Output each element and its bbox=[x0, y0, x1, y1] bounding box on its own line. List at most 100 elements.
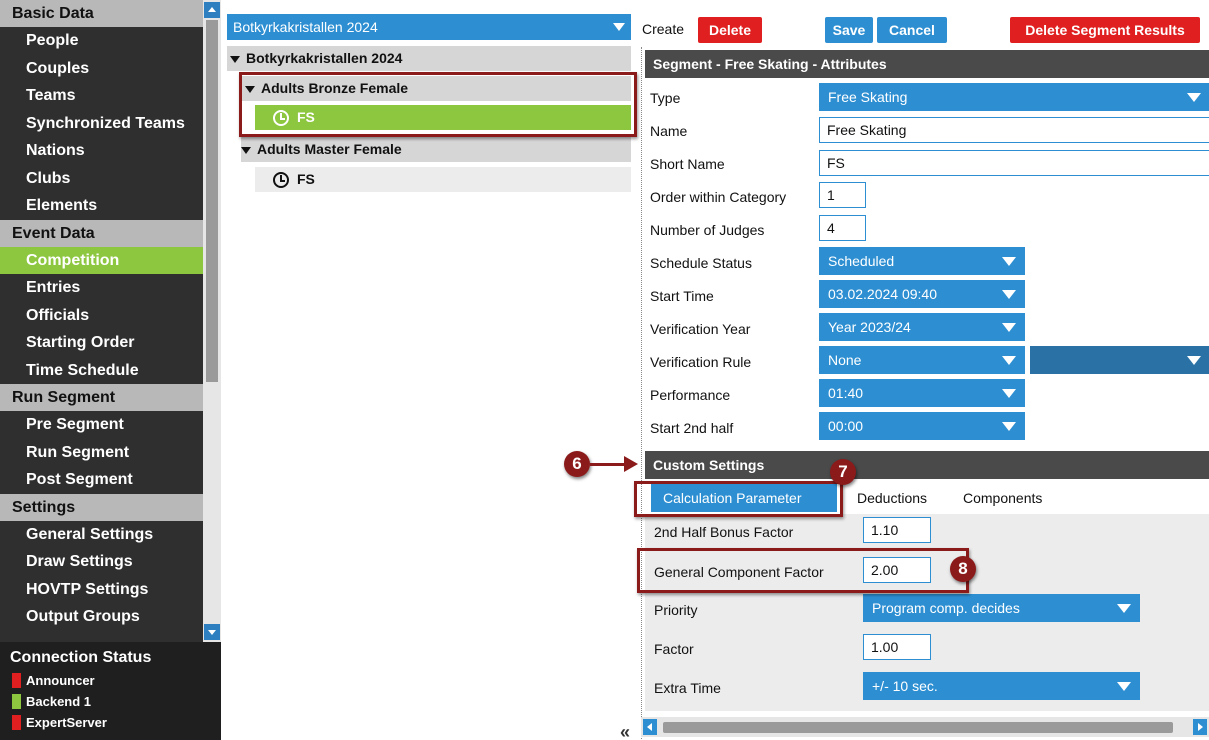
tree-node-competition[interactable]: Botkyrkakristallen 2024 bbox=[227, 46, 631, 71]
scroll-up-arrow-icon[interactable] bbox=[204, 2, 220, 18]
cancel-button[interactable]: Cancel bbox=[877, 17, 947, 43]
dropdown-caret-icon bbox=[1187, 93, 1201, 102]
judges-field[interactable]: 4 bbox=[819, 215, 866, 241]
nav-group-run-segment[interactable]: Run Segment bbox=[0, 384, 203, 411]
nav-item-officials[interactable]: Officials bbox=[0, 302, 203, 330]
nav-item-general-settings[interactable]: General Settings bbox=[0, 521, 203, 549]
delete-button[interactable]: Delete bbox=[698, 17, 762, 43]
connection-expertserver: ExpertServer bbox=[0, 712, 221, 733]
nav-item-time-schedule[interactable]: Time Schedule bbox=[0, 357, 203, 385]
extra-time-select[interactable]: +/- 10 sec. bbox=[863, 672, 1140, 700]
nav-item-synchronized-teams[interactable]: Synchronized Teams bbox=[0, 110, 203, 138]
order-field[interactable]: 1 bbox=[819, 182, 866, 208]
performance-select[interactable]: 01:40 bbox=[819, 379, 1025, 407]
nav-item-people[interactable]: People bbox=[0, 27, 203, 55]
factor-label: Factor bbox=[654, 641, 694, 657]
start-time-select[interactable]: 03.02.2024 09:40 bbox=[819, 280, 1025, 308]
nav-scrollbar-thumb[interactable] bbox=[206, 20, 218, 382]
nav-item-draw-settings[interactable]: Draw Settings bbox=[0, 548, 203, 576]
annotation-marker-8: 8 bbox=[950, 556, 976, 582]
schedule-status-label: Schedule Status bbox=[650, 255, 752, 271]
connection-label: ExpertServer bbox=[26, 715, 107, 730]
nav-item-elements[interactable]: Elements bbox=[0, 192, 203, 220]
priority-value: Program comp. decides bbox=[872, 600, 1020, 616]
priority-label: Priority bbox=[654, 602, 698, 618]
custom-settings-header: Custom Settings bbox=[645, 451, 1209, 479]
short-name-label: Short Name bbox=[650, 156, 725, 172]
toolbar: Create Delete Save Cancel Delete Segment… bbox=[637, 17, 1209, 45]
collapse-panel-icon[interactable]: « bbox=[620, 722, 630, 740]
annotation-marker-6: 6 bbox=[564, 451, 590, 477]
status-red-indicator-icon bbox=[12, 715, 21, 730]
name-field[interactable]: Free Skating bbox=[819, 117, 1209, 143]
status-red-indicator-icon bbox=[12, 673, 21, 688]
annotation-highlight-box bbox=[239, 72, 637, 137]
nav-item-teams[interactable]: Teams bbox=[0, 82, 203, 110]
nav-item-entries[interactable]: Entries bbox=[0, 274, 203, 302]
main-navigation: Basic Data People Couples Teams Synchron… bbox=[0, 0, 203, 642]
nav-group-settings[interactable]: Settings bbox=[0, 493, 203, 521]
nav-item-competition[interactable]: Competition bbox=[0, 246, 203, 274]
verification-year-select[interactable]: Year 2023/24 bbox=[819, 313, 1025, 341]
scroll-down-arrow-icon[interactable] bbox=[204, 624, 220, 640]
name-label: Name bbox=[650, 123, 688, 139]
annotation-highlight-box bbox=[637, 548, 969, 593]
scroll-right-arrow-icon[interactable] bbox=[1193, 719, 1207, 735]
nav-group-basic-data[interactable]: Basic Data bbox=[0, 0, 203, 27]
bonus-factor-label: 2nd Half Bonus Factor bbox=[654, 524, 794, 540]
bonus-factor-field[interactable]: 1.10 bbox=[863, 517, 931, 543]
nav-item-clubs[interactable]: Clubs bbox=[0, 165, 203, 193]
nav-item-run-segment[interactable]: Run Segment bbox=[0, 439, 203, 467]
nav-item-post-segment[interactable]: Post Segment bbox=[0, 466, 203, 494]
verification-rule-secondary-select[interactable] bbox=[1030, 346, 1209, 374]
expand-triangle-icon[interactable] bbox=[241, 146, 251, 154]
dropdown-caret-icon bbox=[1002, 323, 1016, 332]
tab-components[interactable]: Components bbox=[951, 484, 1054, 512]
segment-attributes-form: Segment - Free Skating - Attributes Type… bbox=[641, 47, 1209, 739]
priority-select[interactable]: Program comp. decides bbox=[863, 594, 1140, 622]
verification-rule-value: None bbox=[828, 352, 862, 368]
scroll-left-arrow-icon[interactable] bbox=[643, 719, 657, 735]
tree-node-segment[interactable]: FS bbox=[255, 167, 631, 192]
start-second-half-value: 00:00 bbox=[828, 418, 864, 434]
save-button[interactable]: Save bbox=[825, 17, 873, 43]
verification-rule-label: Verification Rule bbox=[650, 354, 752, 370]
performance-value: 01:40 bbox=[828, 385, 864, 401]
create-label[interactable]: Create bbox=[642, 21, 684, 37]
short-name-field[interactable]: FS bbox=[819, 150, 1209, 176]
order-label: Order within Category bbox=[650, 189, 787, 205]
horizontal-scrollbar[interactable] bbox=[641, 717, 1209, 737]
verification-rule-select[interactable]: None bbox=[819, 346, 1025, 374]
nav-item-nations[interactable]: Nations bbox=[0, 137, 203, 165]
connection-status-title: Connection Status bbox=[10, 649, 152, 666]
expand-triangle-icon[interactable] bbox=[230, 55, 240, 63]
schedule-status-select[interactable]: Scheduled bbox=[819, 247, 1025, 275]
tab-deductions[interactable]: Deductions bbox=[845, 484, 939, 512]
extra-time-label: Extra Time bbox=[654, 680, 721, 696]
horizontal-scrollbar-thumb[interactable] bbox=[663, 722, 1173, 733]
attributes-section-header: Segment - Free Skating - Attributes bbox=[645, 50, 1209, 78]
delete-segment-results-button[interactable]: Delete Segment Results bbox=[1010, 17, 1200, 43]
performance-label: Performance bbox=[650, 387, 731, 403]
nav-item-hovtp-settings[interactable]: HOVTP Settings bbox=[0, 576, 203, 604]
connection-label: Announcer bbox=[26, 673, 95, 688]
nav-scrollbar[interactable] bbox=[203, 0, 221, 642]
tree-node-label: Botkyrkakristallen 2024 bbox=[246, 50, 403, 66]
nav-item-couples[interactable]: Couples bbox=[0, 55, 203, 83]
competition-selector[interactable]: Botkyrkakristallen 2024 bbox=[227, 14, 631, 40]
nav-item-output-groups[interactable]: Output Groups bbox=[0, 603, 203, 631]
nav-group-event-data[interactable]: Event Data bbox=[0, 219, 203, 247]
start-second-half-select[interactable]: 00:00 bbox=[819, 412, 1025, 440]
nav-item-starting-order[interactable]: Starting Order bbox=[0, 329, 203, 357]
start-time-label: Start Time bbox=[650, 288, 714, 304]
type-select[interactable]: Free Skating bbox=[819, 83, 1209, 111]
tree-node-label: Adults Master Female bbox=[257, 141, 402, 157]
nav-item-pre-segment[interactable]: Pre Segment bbox=[0, 411, 203, 439]
dropdown-caret-icon bbox=[1002, 389, 1016, 398]
tree-node-category[interactable]: Adults Master Female bbox=[241, 137, 631, 162]
extra-time-value: +/- 10 sec. bbox=[872, 678, 938, 694]
dropdown-caret-icon bbox=[1002, 422, 1016, 431]
status-green-indicator-icon bbox=[12, 694, 21, 709]
factor-field[interactable]: 1.00 bbox=[863, 634, 931, 660]
dropdown-caret-icon[interactable] bbox=[613, 23, 625, 31]
